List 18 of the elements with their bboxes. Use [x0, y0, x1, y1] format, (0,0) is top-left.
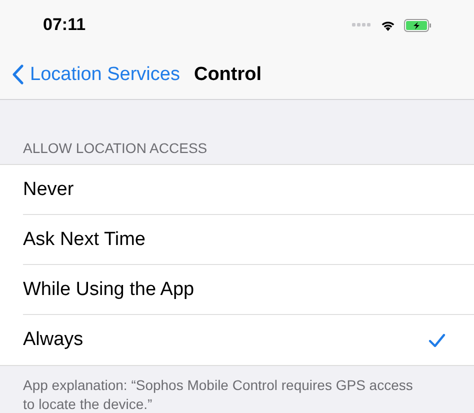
back-button[interactable]: Location Services: [12, 64, 180, 86]
wifi-icon: [380, 19, 396, 31]
signal-icon: [352, 23, 372, 27]
status-time: 07:11: [43, 15, 86, 35]
option-label: While Using the App: [23, 278, 194, 300]
footer-note: App explanation: “Sophos Mobile Control requires GPS access to locate the device.”: [23, 377, 413, 412]
option-row[interactable]: Always: [23, 315, 474, 365]
option-label: Always: [23, 329, 84, 351]
battery-icon: [404, 18, 432, 32]
option-row[interactable]: Never: [23, 165, 474, 215]
option-row[interactable]: Ask Next Time: [23, 215, 474, 265]
back-chevron-icon: [12, 64, 24, 85]
nav-title: Control: [194, 64, 262, 86]
option-row[interactable]: While Using the App: [23, 265, 474, 315]
checkmark-icon: [428, 332, 446, 348]
section-header: ALLOW LOCATION ACCESS: [22, 139, 208, 158]
option-label: Ask Next Time: [23, 228, 146, 250]
option-label: Never: [23, 178, 74, 200]
